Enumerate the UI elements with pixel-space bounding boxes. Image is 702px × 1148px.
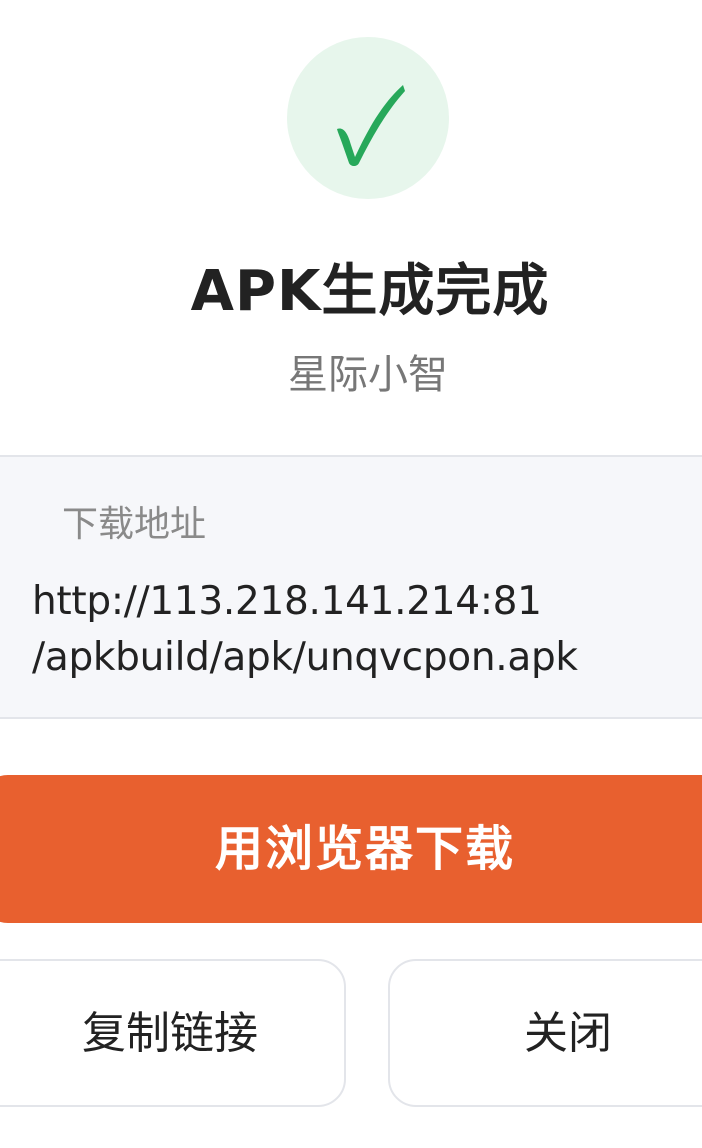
download-url-text: http://113.218.141.214:81 /apkbuild/apk/… <box>32 574 672 686</box>
check-icon <box>337 85 405 166</box>
download-url-label: 下载地址 <box>62 504 207 545</box>
close-button[interactable]: 关闭 <box>388 959 702 1107</box>
dialog-title: APK生成完成 <box>190 259 550 324</box>
success-badge <box>287 37 449 199</box>
browser-download-button[interactable]: 用浏览器下载 <box>0 775 702 923</box>
apk-result-dialog: APK生成完成 星际小智 下载地址 http://113.218.141.214… <box>0 0 702 1148</box>
app-name: 星际小智 <box>288 352 448 398</box>
download-url-line-2: /apkbuild/apk/unqvcpon.apk <box>32 635 578 680</box>
copy-link-button[interactable]: 复制链接 <box>0 959 346 1107</box>
download-url-line-1: http://113.218.141.214:81 <box>32 579 542 624</box>
